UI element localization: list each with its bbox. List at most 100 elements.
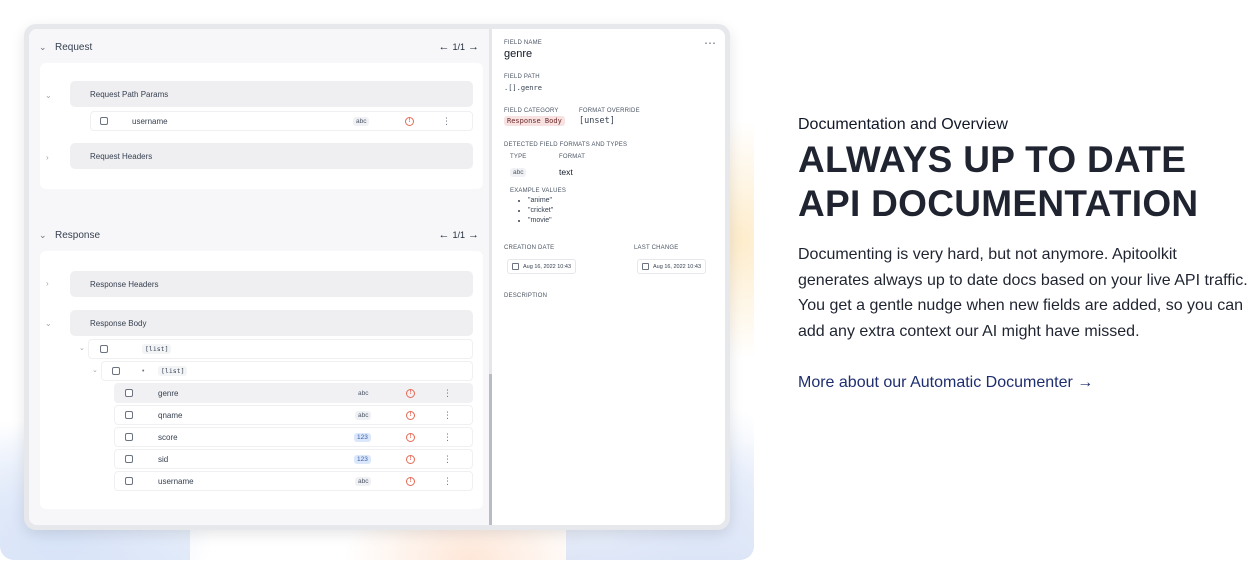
chevron-down-icon[interactable]: ⌄: [39, 42, 51, 53]
example-values-label: Example Values: [510, 188, 567, 194]
response-body-group[interactable]: Response Body: [70, 310, 473, 336]
next-page-button[interactable]: →: [468, 229, 479, 241]
last-change-value: Aug 16, 2022 10:43: [653, 263, 702, 270]
creation-date-field[interactable]: Aug 16, 2022 10:43: [507, 259, 577, 274]
response-title: Response: [55, 229, 101, 241]
response-panel: › Response Headers ⌄ Response Body ⌄ [li…: [40, 251, 483, 509]
warning-icon[interactable]: !: [406, 454, 415, 464]
group-label: Request Headers: [90, 151, 153, 161]
row-checkbox[interactable]: [125, 477, 133, 485]
more-vertical-icon[interactable]: ⋮: [443, 432, 452, 442]
request-headers-group[interactable]: Request Headers: [70, 143, 473, 169]
api-docs-app: ⌄ Request ← 1/1 → ⌄ Request Path Params …: [29, 29, 725, 525]
response-headers-group[interactable]: Response Headers: [70, 271, 473, 297]
table-row[interactable]: qname abc ! ⋮: [114, 405, 473, 425]
prev-page-button[interactable]: ←: [438, 229, 449, 241]
group-label: Request Path Params: [90, 89, 169, 99]
creation-date-value: Aug 16, 2022 10:43: [523, 263, 572, 270]
next-page-button[interactable]: →: [468, 41, 479, 53]
page-indicator: 1/1: [452, 230, 465, 240]
example-values-list: "anime" "cricket" "movie": [518, 196, 553, 226]
example-value: "anime": [528, 196, 553, 206]
request-path-params-group[interactable]: Request Path Params: [70, 81, 473, 107]
automatic-documenter-link[interactable]: More about our Automatic Documenter →: [798, 374, 1248, 392]
field-name: score: [158, 432, 178, 442]
section-eyebrow: Documentation and Overview: [798, 116, 1008, 133]
creation-date-label: Creation Date: [504, 245, 555, 251]
field-name: genre: [158, 388, 179, 398]
type-badge: abc: [355, 388, 372, 398]
chevron-down-icon[interactable]: ⌄: [79, 344, 85, 352]
more-horizontal-icon[interactable]: ⋯: [704, 37, 716, 49]
headline-line-2: API DOCUMENTATION: [798, 183, 1199, 224]
more-vertical-icon[interactable]: ⋮: [443, 410, 452, 420]
group-label: Response Headers: [90, 279, 159, 289]
type-badge: abc: [510, 168, 527, 177]
field-name-label: Field Name: [504, 40, 543, 46]
table-row[interactable]: username abc ! ⋮: [90, 111, 473, 131]
detected-formats-label: Detected Field Formats and Types: [504, 142, 628, 148]
headline-line-1: ALWAYS UP TO DATE: [798, 139, 1187, 180]
example-value: "cricket": [528, 206, 553, 216]
field-name: username: [132, 116, 168, 126]
row-checkbox[interactable]: [125, 433, 133, 441]
type-badge: 123: [354, 454, 371, 464]
last-change-field[interactable]: Aug 16, 2022 10:43: [637, 259, 707, 274]
request-title: Request: [55, 41, 93, 53]
field-path-value: .[].genre: [504, 84, 542, 92]
table-row[interactable]: sid 123 ! ⋮: [114, 449, 473, 469]
chevron-right-icon[interactable]: ›: [46, 279, 49, 288]
page-indicator: 1/1: [452, 42, 465, 52]
type-badge: 123: [354, 432, 371, 442]
chevron-down-icon[interactable]: ⌄: [39, 230, 51, 241]
warning-icon[interactable]: !: [406, 432, 415, 442]
row-checkbox[interactable]: [100, 345, 108, 353]
row-checkbox[interactable]: [100, 117, 108, 125]
feature-description: Documenting is very hard, but not anymor…: [798, 246, 1248, 340]
type-badge: abc: [355, 476, 372, 486]
chevron-down-icon[interactable]: ⌄: [92, 366, 98, 374]
row-checkbox[interactable]: [125, 389, 133, 397]
chevron-down-icon[interactable]: ⌄: [45, 91, 52, 100]
feature-copy: Documentation and Overview ALWAYS UP TO …: [798, 116, 1248, 392]
request-section-header[interactable]: ⌄ Request ← 1/1 →: [39, 38, 479, 56]
field-category-label: Field Category: [504, 108, 559, 114]
list-item[interactable]: ⌄ • [list]: [92, 361, 473, 381]
row-checkbox[interactable]: [125, 455, 133, 463]
chevron-down-icon[interactable]: ⌄: [45, 319, 52, 328]
more-vertical-icon[interactable]: ⋮: [443, 454, 452, 464]
response-section-header[interactable]: ⌄ Response ← 1/1 →: [39, 226, 479, 244]
list-item[interactable]: ⌄ [list]: [79, 339, 473, 359]
table-row[interactable]: username abc ! ⋮: [114, 471, 473, 491]
list-type-tag: [list]: [158, 366, 188, 376]
response-pager: ← 1/1 →: [438, 229, 479, 241]
more-vertical-icon[interactable]: ⋮: [443, 388, 452, 398]
warning-icon[interactable]: !: [406, 410, 415, 420]
warning-icon[interactable]: !: [406, 388, 415, 398]
example-value: "movie": [528, 216, 553, 226]
bullet-icon: •: [142, 367, 145, 375]
description-label: Description: [504, 293, 548, 299]
calendar-icon: [642, 263, 649, 270]
schema-tree-pane: ⌄ Request ← 1/1 → ⌄ Request Path Params …: [29, 29, 489, 525]
group-label: Response Body: [90, 318, 147, 328]
table-row[interactable]: score 123 ! ⋮: [114, 427, 473, 447]
field-name: username: [158, 476, 194, 486]
warning-icon[interactable]: !: [406, 476, 415, 486]
chevron-right-icon[interactable]: ›: [46, 153, 49, 162]
field-name-value: genre: [504, 48, 533, 60]
more-vertical-icon[interactable]: ⋮: [442, 116, 451, 126]
more-vertical-icon[interactable]: ⋮: [443, 476, 452, 486]
row-checkbox[interactable]: [112, 367, 120, 375]
format-value: text: [559, 167, 573, 177]
field-category-badge: Response Body: [504, 116, 565, 126]
prev-page-button[interactable]: ←: [438, 41, 449, 53]
warning-icon[interactable]: !: [405, 116, 414, 126]
table-row[interactable]: genre abc ! ⋮: [114, 383, 473, 403]
field-detail-pane: ⋯ Field Name genre Field Path .[].genre …: [492, 29, 725, 525]
request-panel: ⌄ Request Path Params username abc ! ⋮ ›…: [40, 63, 483, 189]
field-path-label: Field Path: [504, 74, 540, 80]
format-override-value[interactable]: [unset]: [579, 116, 615, 126]
row-checkbox[interactable]: [125, 411, 133, 419]
format-column-label: Format: [559, 154, 586, 160]
